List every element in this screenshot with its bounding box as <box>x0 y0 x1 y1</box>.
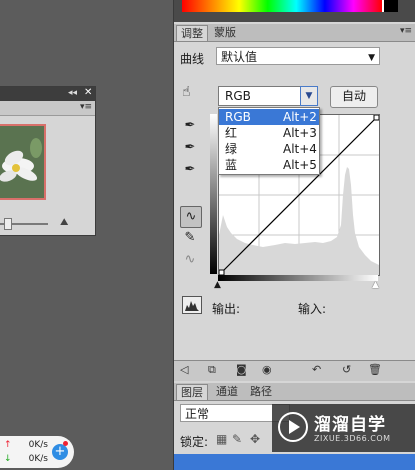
network-speed-widget: ↑ 0K/s ↓ 0K/s + <box>0 436 74 468</box>
previous-state-icon[interactable]: ↶ <box>312 363 321 376</box>
navigator-header: ◂◂ ✕ <box>0 87 95 101</box>
tab-adjustments[interactable]: 调整 <box>176 25 208 41</box>
close-icon[interactable]: ✕ <box>84 87 92 98</box>
color-spectrum[interactable] <box>182 0 382 12</box>
option-shortcut: Alt+4 <box>283 142 317 156</box>
white-point-eyedropper-icon[interactable]: ✒ <box>180 160 200 180</box>
pencil-icon[interactable]: ✎ <box>180 228 200 248</box>
chevron-down-icon: ▼ <box>368 53 375 63</box>
curves-title: 曲线 <box>180 52 205 66</box>
blend-mode-value: 正常 <box>185 407 210 421</box>
histogram-warning-icon[interactable] <box>182 296 202 314</box>
smooth-icon[interactable]: ∿ <box>180 250 200 270</box>
back-arrow-icon[interactable]: ◁ <box>180 363 188 376</box>
panel-menu-icon[interactable]: ▾≡ <box>400 26 412 36</box>
navigator-thumbnail[interactable] <box>0 124 46 200</box>
option-shortcut: Alt+3 <box>283 126 317 140</box>
flower-image <box>0 126 44 198</box>
curve-point-white[interactable] <box>373 115 379 121</box>
watermark: 溜溜自学 ZIXUE.3D66.COM <box>272 404 415 452</box>
panel-dock: 调整 蒙版 ▾≡ 曲线 默认值 ▼ ☝ RGB ▼ 自动 ✒ ✒ ✒ ∿ ✎ ∿ <box>173 0 415 470</box>
black-point-eyedropper-icon[interactable]: ✒ <box>180 116 200 136</box>
lock-position-icon[interactable]: ✥ <box>250 432 260 446</box>
channel-option-rgb[interactable]: RGB Alt+2 <box>219 109 319 125</box>
collapse-icon[interactable]: ◂◂ <box>68 88 77 98</box>
download-speed: 0K/s <box>28 454 48 464</box>
watermark-title: 溜溜自学 <box>314 415 386 435</box>
upload-speed: 0K/s <box>28 440 48 450</box>
histogram-glyph <box>185 301 199 311</box>
input-label: 输入: <box>298 302 327 316</box>
reset-icon[interactable]: ↺ <box>342 363 351 376</box>
navigator-panel: ◂◂ ✕ ▾≡ ⛰ <box>0 86 96 236</box>
lock-transparency-icon[interactable]: ▦ <box>216 432 227 446</box>
add-icon[interactable]: + <box>52 444 68 460</box>
channel-dropdown: RGB Alt+2 红 Alt+3 绿 Alt+4 蓝 Alt+5 <box>218 107 320 175</box>
curve-edit-icon[interactable]: ∿ <box>180 206 202 228</box>
input-gradient-bar <box>218 275 378 281</box>
option-shortcut: Alt+2 <box>283 110 317 124</box>
notification-dot <box>63 441 68 446</box>
option-label: RGB <box>225 110 251 124</box>
on-image-adjust-icon[interactable]: ☝ <box>182 84 191 100</box>
panel-menu-icon[interactable]: ▾≡ <box>80 102 92 112</box>
option-label: 绿 <box>225 142 238 156</box>
black-swatch[interactable] <box>382 0 398 12</box>
option-shortcut: Alt+5 <box>283 158 317 172</box>
layers-tabs: 图层 通道 路径 <box>174 383 415 401</box>
visibility-eye-icon[interactable]: ◉ <box>262 363 272 376</box>
expand-view-icon[interactable]: ⧉ <box>208 363 216 377</box>
color-panel <box>174 0 415 22</box>
option-label: 红 <box>225 126 238 140</box>
option-label: 蓝 <box>225 158 238 172</box>
zoom-slider-row: ⛰ <box>0 215 95 231</box>
zoom-in-icon[interactable]: ⛰ <box>60 217 68 228</box>
lock-label: 锁定: <box>180 435 209 449</box>
channel-option-red[interactable]: 红 Alt+3 <box>219 125 319 141</box>
adjustments-tabs: 调整 蒙版 ▾≡ <box>174 24 415 42</box>
preset-value: 默认值 <box>221 50 258 64</box>
tab-channels[interactable]: 通道 <box>212 384 242 399</box>
zoom-slider-handle[interactable] <box>4 218 12 230</box>
output-gradient-bar <box>210 114 217 274</box>
output-label: 输出: <box>212 302 241 316</box>
adjustments-footer: ◁ ⧉ ◙ ◉ ↶ ↺ 🗑 <box>174 360 415 381</box>
gray-point-eyedropper-icon[interactable]: ✒ <box>180 138 200 158</box>
navigator-tabs: ▾≡ <box>0 101 95 116</box>
tab-masks[interactable]: 蒙版 <box>210 25 240 40</box>
watermark-subtitle: ZIXUE.3D66.COM <box>314 434 391 443</box>
layer-row[interactable] <box>174 454 415 470</box>
tab-layers[interactable]: 图层 <box>176 384 208 400</box>
channel-value: RGB <box>225 89 251 103</box>
lock-pixels-icon[interactable]: ✎ <box>232 432 242 446</box>
clip-layer-icon[interactable]: ◙ <box>236 363 247 376</box>
auto-button[interactable]: 自动 <box>330 86 378 108</box>
channel-option-blue[interactable]: 蓝 Alt+5 <box>219 157 319 173</box>
chevron-down-icon[interactable]: ▼ <box>300 86 318 106</box>
preset-select[interactable]: 默认值 ▼ <box>216 47 380 65</box>
black-slider-icon[interactable]: ▲ <box>214 280 221 290</box>
trash-icon[interactable]: 🗑 <box>368 363 382 376</box>
channel-option-green[interactable]: 绿 Alt+4 <box>219 141 319 157</box>
play-logo-icon <box>278 412 308 442</box>
tab-paths[interactable]: 路径 <box>246 384 276 399</box>
white-slider-icon[interactable]: ▲ <box>372 280 379 290</box>
